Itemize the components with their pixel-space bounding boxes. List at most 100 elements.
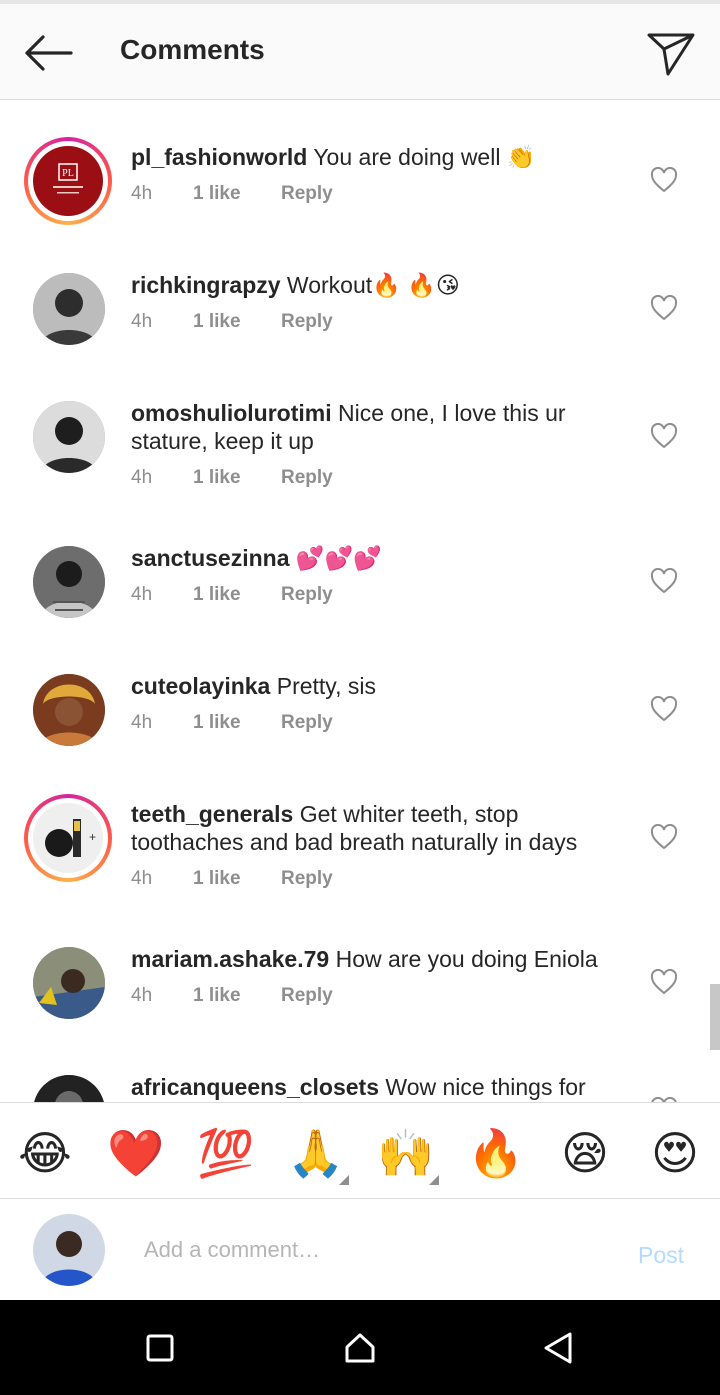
comment-meta: 4h 1 like Reply xyxy=(131,183,333,205)
comment-likes[interactable]: 1 like xyxy=(193,183,281,205)
comment-likes[interactable]: 1 like xyxy=(193,467,281,489)
story-ring[interactable]: PL xyxy=(24,137,112,225)
comment-time: 4h xyxy=(131,985,153,1006)
square-icon xyxy=(146,1334,174,1362)
emoji-button[interactable]: 🙏 xyxy=(287,1125,349,1185)
reply-button[interactable]: Reply xyxy=(281,183,333,205)
comment-username[interactable]: richkingrapzy xyxy=(131,272,281,298)
back-button[interactable] xyxy=(18,28,76,78)
emoji-button[interactable]: 💯 xyxy=(197,1125,254,1181)
emoji-button[interactable]: 🔥 xyxy=(467,1125,524,1181)
reply-button[interactable]: Reply xyxy=(281,467,333,489)
avatar[interactable] xyxy=(33,1075,105,1102)
variant-indicator-icon xyxy=(429,1175,439,1185)
comment-text: pl_fashionworld You are doing well 👏 xyxy=(131,143,611,171)
comment-time: 4h xyxy=(131,183,153,204)
reply-button[interactable]: Reply xyxy=(281,311,333,333)
back-nav-button[interactable] xyxy=(540,1330,576,1366)
post-button[interactable]: Post xyxy=(638,1242,684,1269)
avatar[interactable] xyxy=(33,947,105,1019)
comment-body: Workout🔥 🔥😘 xyxy=(280,272,460,298)
reply-button[interactable]: Reply xyxy=(281,985,333,1007)
comment-text: omoshuliolurotimi Nice one, I love this … xyxy=(131,399,611,455)
comment-time: 4h xyxy=(131,311,153,332)
heart-icon[interactable] xyxy=(650,696,678,722)
comment-text: teeth_generals Get whiter teeth, stop to… xyxy=(131,800,611,856)
my-avatar xyxy=(33,1214,105,1286)
comment-input[interactable] xyxy=(144,1232,604,1268)
comment-likes[interactable]: 1 like xyxy=(193,584,281,606)
recents-button[interactable] xyxy=(142,1330,178,1366)
comment-time: 4h xyxy=(131,584,153,605)
svg-text:PL: PL xyxy=(62,168,74,179)
comment-meta: 4h 1 like Reply xyxy=(131,467,333,489)
reply-button[interactable]: Reply xyxy=(281,584,333,606)
avatar[interactable] xyxy=(33,273,105,345)
avatar: PL xyxy=(33,146,103,216)
heart-icon[interactable] xyxy=(650,167,678,193)
comment-meta: 4h 1 like Reply xyxy=(131,712,333,734)
avatar[interactable] xyxy=(33,401,105,473)
avatar[interactable] xyxy=(33,674,105,746)
comment-time: 4h xyxy=(131,467,153,488)
heart-icon[interactable] xyxy=(650,568,678,594)
heart-icon[interactable] xyxy=(650,824,678,850)
comment-meta: 4h 1 like Reply xyxy=(131,985,333,1007)
page-title: Comments xyxy=(120,34,265,65)
comment-likes[interactable]: 1 like xyxy=(193,712,281,734)
avatar[interactable] xyxy=(33,546,105,618)
emoji-button[interactable]: 😪 xyxy=(557,1125,613,1181)
comment-meta: 4h 1 like Reply xyxy=(131,868,333,890)
paper-plane-icon xyxy=(647,33,695,76)
comment-username[interactable]: mariam.ashake.79 xyxy=(131,946,329,972)
comment-time: 4h xyxy=(131,712,153,733)
arrow-left-icon xyxy=(25,35,73,71)
comment-meta: 4h 1 like Reply xyxy=(131,311,333,333)
story-ring[interactable]: + xyxy=(24,794,112,882)
heart-icon[interactable] xyxy=(650,295,678,321)
system-nav-bar xyxy=(0,1300,720,1395)
comment-body: How are you doing Eniola xyxy=(329,946,598,972)
comment-username[interactable]: africanqueens_closets xyxy=(131,1074,379,1100)
comment-body: 💕💕💕 xyxy=(289,545,382,571)
comment-meta: 4h 1 like Reply xyxy=(131,584,333,606)
heart-icon[interactable] xyxy=(650,969,678,995)
variant-indicator-icon xyxy=(339,1175,349,1185)
emoji-button[interactable]: ❤️ xyxy=(107,1125,164,1181)
reply-button[interactable]: Reply xyxy=(281,868,333,890)
comment-composer: Post xyxy=(0,1200,720,1300)
comment-text: mariam.ashake.79 How are you doing Eniol… xyxy=(131,945,611,973)
comment-body: You are doing well 👏 xyxy=(307,144,536,170)
triangle-back-icon xyxy=(544,1332,572,1364)
comment-time: 4h xyxy=(131,868,153,889)
emoji-button[interactable]: 😂 xyxy=(17,1125,73,1181)
comment-username[interactable]: pl_fashionworld xyxy=(131,144,307,170)
emoji-button[interactable]: 😍 xyxy=(647,1125,703,1181)
comment-list[interactable]: PL pl_fashionworld You are doing well 👏 … xyxy=(0,101,720,1102)
emoji-button[interactable]: 🙌 xyxy=(377,1125,439,1185)
comment-body: Pretty, sis xyxy=(270,673,376,699)
svg-text:+: + xyxy=(89,830,96,844)
comment-username[interactable]: teeth_generals xyxy=(131,801,293,827)
comment-likes[interactable]: 1 like xyxy=(193,985,281,1007)
avatar: + xyxy=(33,803,103,873)
emoji-glyph: 🙌 xyxy=(377,1127,435,1179)
reply-button[interactable]: Reply xyxy=(281,712,333,734)
home-icon xyxy=(345,1333,375,1363)
comment-username[interactable]: cuteolayinka xyxy=(131,673,270,699)
comment-body: Wow nice things for xyxy=(379,1074,586,1100)
home-button[interactable] xyxy=(342,1330,378,1366)
comment-text: cuteolayinka Pretty, sis xyxy=(131,672,611,700)
comment-text: richkingrapzy Workout🔥 🔥😘 xyxy=(131,271,611,299)
comment-text: sanctusezinna 💕💕💕 xyxy=(131,544,611,572)
comment-likes[interactable]: 1 like xyxy=(193,311,281,333)
comment-username[interactable]: sanctusezinna xyxy=(131,545,290,571)
direct-message-button[interactable] xyxy=(640,26,702,82)
scrollbar[interactable] xyxy=(710,984,720,1050)
emoji-bar: 😂 ❤️ 💯 🙏 🙌 🔥 😪 😍 xyxy=(0,1102,720,1199)
heart-icon[interactable] xyxy=(650,423,678,449)
app-header: Comments xyxy=(0,4,720,100)
emoji-glyph: 🙏 xyxy=(287,1127,345,1179)
comment-likes[interactable]: 1 like xyxy=(193,868,281,890)
comment-username[interactable]: omoshuliolurotimi xyxy=(131,400,332,426)
